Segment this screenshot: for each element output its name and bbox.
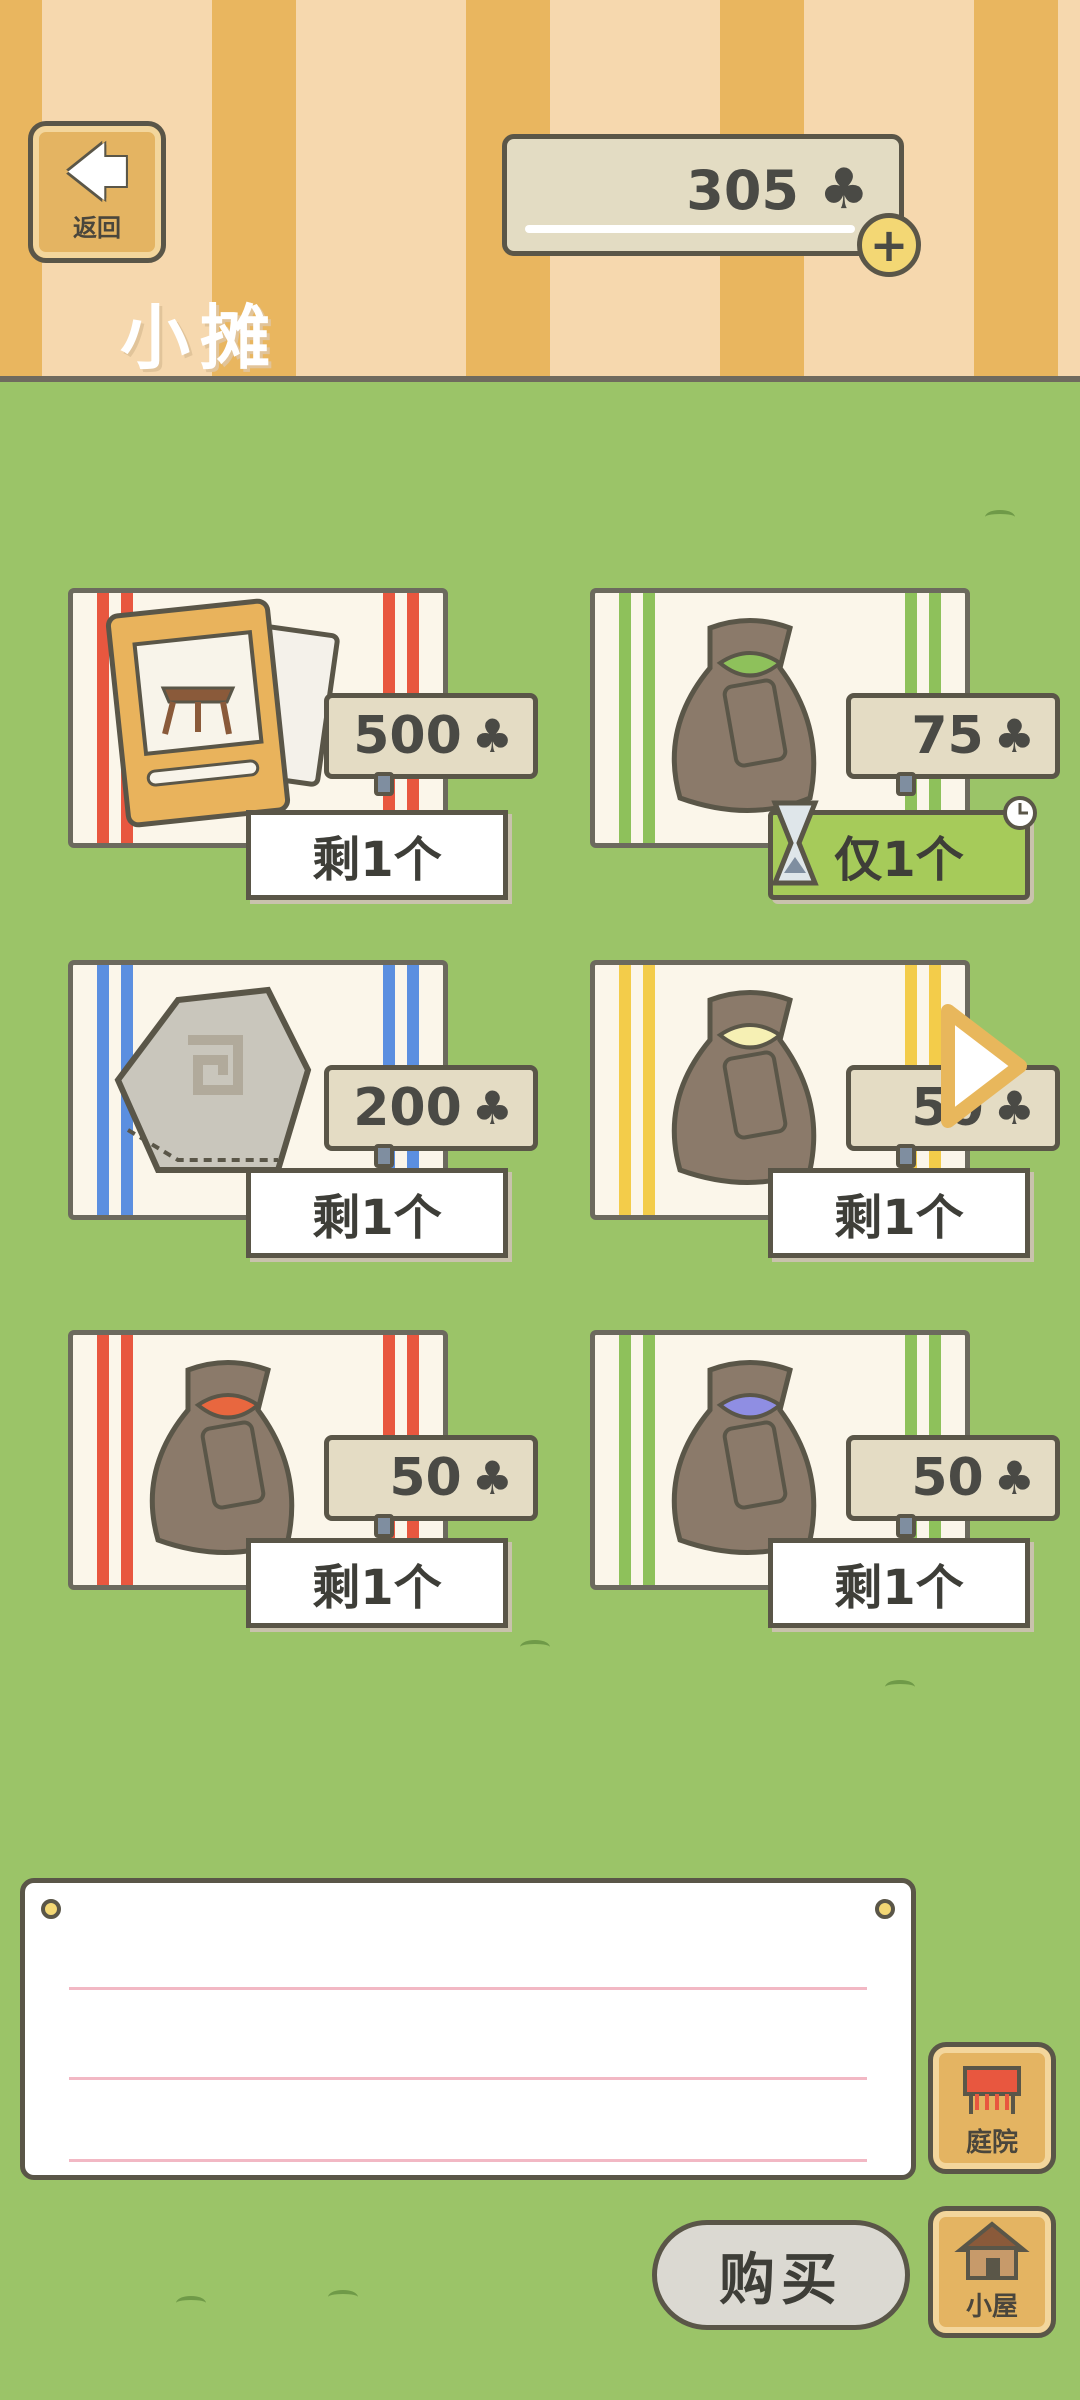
back-arrow-icon: 🡄 <box>64 135 130 209</box>
back-button[interactable]: 🡄 返回 <box>28 121 166 263</box>
clover-icon: ♣ <box>818 157 869 222</box>
clover-icon: ♣ <box>471 709 513 763</box>
price-tag: 500 ♣ <box>324 693 538 779</box>
back-button-label: 返回 <box>73 213 121 242</box>
price-peg <box>896 772 916 796</box>
clover-icon: ♣ <box>471 1451 513 1505</box>
clover-icon: ♣ <box>993 709 1035 763</box>
price-value: 50 <box>389 1448 462 1508</box>
seed-bag-icon <box>671 990 817 1185</box>
stock-label: 剩1个 <box>246 810 508 900</box>
seed-bag-icon <box>671 1360 817 1555</box>
price-value: 75 <box>911 706 984 766</box>
price-tag: 200 ♣ <box>324 1065 538 1151</box>
buy-button[interactable]: 购买 <box>652 2220 910 2330</box>
stock-label: 剩1个 <box>246 1168 508 1258</box>
stock-label: 剩1个 <box>246 1538 508 1628</box>
shop-item-stone[interactable]: 200 ♣ 剩1个 <box>48 960 538 1290</box>
grass-tuft <box>885 1680 915 1694</box>
stock-label: 剩1个 <box>768 1538 1030 1628</box>
yard-button[interactable]: 庭院 <box>928 2042 1056 2174</box>
yard-icon <box>963 2066 1021 2114</box>
grass-tuft <box>985 510 1015 524</box>
note-line <box>69 2159 867 2162</box>
note-line <box>69 2077 867 2080</box>
grass-tuft <box>520 1640 550 1654</box>
next-page-arrow-icon[interactable] <box>940 1003 1028 1129</box>
hourglass-icon <box>771 800 819 886</box>
currency-bar-highlight <box>525 225 855 233</box>
price-tag: 50 ♣ <box>324 1435 538 1521</box>
rug-stripe <box>643 1335 655 1585</box>
grass-tuft <box>176 2296 206 2310</box>
rug-stripe <box>643 965 655 1215</box>
house-button[interactable]: 小屋 <box>928 2206 1056 2338</box>
rug-stripe <box>121 1335 133 1585</box>
seed-bag-icon <box>149 1360 295 1555</box>
house-button-label: 小屋 <box>965 2292 1018 2322</box>
stock-label: 剩1个 <box>768 1168 1030 1258</box>
rug-stripe <box>619 1335 631 1585</box>
yard-button-label: 庭院 <box>965 2128 1018 2158</box>
rug-stripe <box>619 965 631 1215</box>
page-title: 小摊 <box>120 297 280 379</box>
item-description-panel <box>20 1878 916 2180</box>
clover-currency-display: 305 ♣ <box>502 134 904 256</box>
price-peg <box>374 1144 394 1168</box>
price-value: 500 <box>353 706 462 766</box>
price-peg <box>374 772 394 796</box>
rug-stripe <box>643 593 655 843</box>
clover-icon: ♣ <box>993 1451 1035 1505</box>
price-tag: 75 ♣ <box>846 693 1060 779</box>
shop-item-seed-bag-green[interactable]: 75 ♣ 仅1个 <box>570 588 1060 918</box>
price-peg <box>896 1144 916 1168</box>
price-tag: 50 ♣ <box>846 1435 1060 1521</box>
house-icon <box>954 2221 1030 2280</box>
pin-icon <box>41 1899 61 1919</box>
clover-icon: ♣ <box>471 1081 513 1135</box>
rug-stripe <box>619 593 631 843</box>
rug-stripe <box>97 1335 109 1585</box>
clock-icon <box>1003 796 1037 830</box>
price-value: 50 <box>911 1448 984 1508</box>
price-peg <box>374 1514 394 1538</box>
grass-tuft <box>328 2290 358 2304</box>
add-clover-button[interactable]: + <box>857 213 921 277</box>
postcard-icon <box>105 598 340 828</box>
shop-item-seed-bag-blue[interactable]: 50 ♣ 剩1个 <box>570 1330 1060 1660</box>
price-peg <box>896 1514 916 1538</box>
pin-icon <box>875 1899 895 1919</box>
shop-item-card[interactable]: 500 ♣ 剩1个 <box>48 588 538 918</box>
note-line <box>69 1987 867 1990</box>
clover-count: 305 <box>686 159 799 222</box>
shop-item-seed-bag-red[interactable]: 50 ♣ 剩1个 <box>48 1330 538 1660</box>
price-value: 200 <box>353 1078 462 1138</box>
stone-icon <box>114 986 312 1173</box>
